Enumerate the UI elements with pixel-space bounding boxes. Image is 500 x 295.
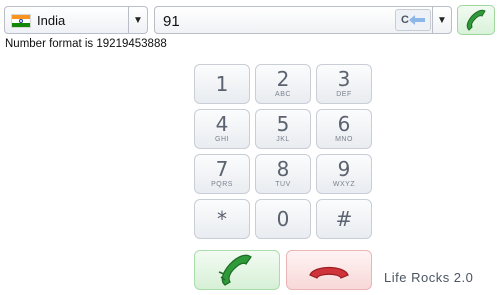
key-9[interactable]: 9 WXYZ bbox=[316, 154, 372, 194]
key-digit: 7 bbox=[215, 157, 229, 181]
key-letters: PQRS bbox=[211, 181, 233, 188]
key-digit: 5 bbox=[276, 112, 290, 136]
key-0[interactable]: 0 bbox=[255, 199, 311, 239]
number-history-dropdown[interactable]: ▼ bbox=[432, 7, 451, 33]
key-digit: 9 bbox=[337, 157, 351, 181]
key-digit: 6 bbox=[337, 112, 351, 136]
hangup-button[interactable] bbox=[286, 250, 372, 290]
key-digit: # bbox=[335, 207, 353, 231]
phone-number-field[interactable]: C ▼ bbox=[154, 6, 452, 34]
country-dropdown-button[interactable]: ▼ bbox=[128, 7, 147, 33]
key-digit: 3 bbox=[337, 67, 351, 91]
key-star[interactable]: * bbox=[194, 199, 250, 239]
brand-label: Life Rocks 2.0 bbox=[384, 270, 474, 285]
key-letters: WXYZ bbox=[332, 181, 356, 188]
phone-number-input[interactable] bbox=[161, 10, 395, 32]
key-letters: DEF bbox=[336, 91, 352, 98]
key-4[interactable]: 4 GHI bbox=[194, 109, 250, 149]
key-digit: 0 bbox=[276, 207, 290, 231]
chevron-down-icon: ▼ bbox=[437, 14, 447, 26]
number-format-hint: Number format is 19219453888 bbox=[5, 38, 167, 50]
key-1[interactable]: 1 bbox=[194, 64, 250, 104]
key-letters: MNO bbox=[335, 136, 353, 143]
key-letters: TUV bbox=[275, 181, 291, 188]
dial-keypad: 1 2 ABC 3 DEF 4 GHI 5 JKL 6 MNO 7 PQRS 8 TUV 9 WXYZ * 0 # bbox=[194, 64, 374, 242]
key-letters: GHI bbox=[215, 136, 229, 143]
key-digit: 4 bbox=[215, 112, 229, 136]
key-5[interactable]: 5 JKL bbox=[255, 109, 311, 149]
call-button[interactable] bbox=[194, 250, 280, 290]
key-7[interactable]: 7 PQRS bbox=[194, 154, 250, 194]
key-2[interactable]: 2 ABC bbox=[255, 64, 311, 104]
key-8[interactable]: 8 TUV bbox=[255, 154, 311, 194]
key-digit: * bbox=[217, 207, 227, 231]
india-flag-icon bbox=[11, 14, 31, 28]
key-hash[interactable]: # bbox=[316, 199, 372, 239]
key-digit: 8 bbox=[276, 157, 290, 181]
country-select[interactable]: India ▼ bbox=[4, 6, 148, 34]
phone-call-icon bbox=[218, 254, 252, 286]
country-name: India bbox=[37, 13, 66, 28]
key-3[interactable]: 3 DEF bbox=[316, 64, 372, 104]
quick-call-button[interactable] bbox=[457, 5, 495, 35]
phone-call-icon bbox=[466, 9, 486, 31]
key-digit: 1 bbox=[215, 72, 229, 96]
backspace-arrow-icon bbox=[409, 15, 425, 25]
key-6[interactable]: 6 MNO bbox=[316, 109, 372, 149]
key-digit: 2 bbox=[276, 67, 290, 91]
key-letters: ABC bbox=[275, 91, 291, 98]
phone-hangup-icon bbox=[309, 266, 349, 279]
chevron-down-icon: ▼ bbox=[133, 14, 143, 26]
key-letters: JKL bbox=[276, 136, 290, 143]
clear-button[interactable]: C bbox=[395, 9, 431, 31]
